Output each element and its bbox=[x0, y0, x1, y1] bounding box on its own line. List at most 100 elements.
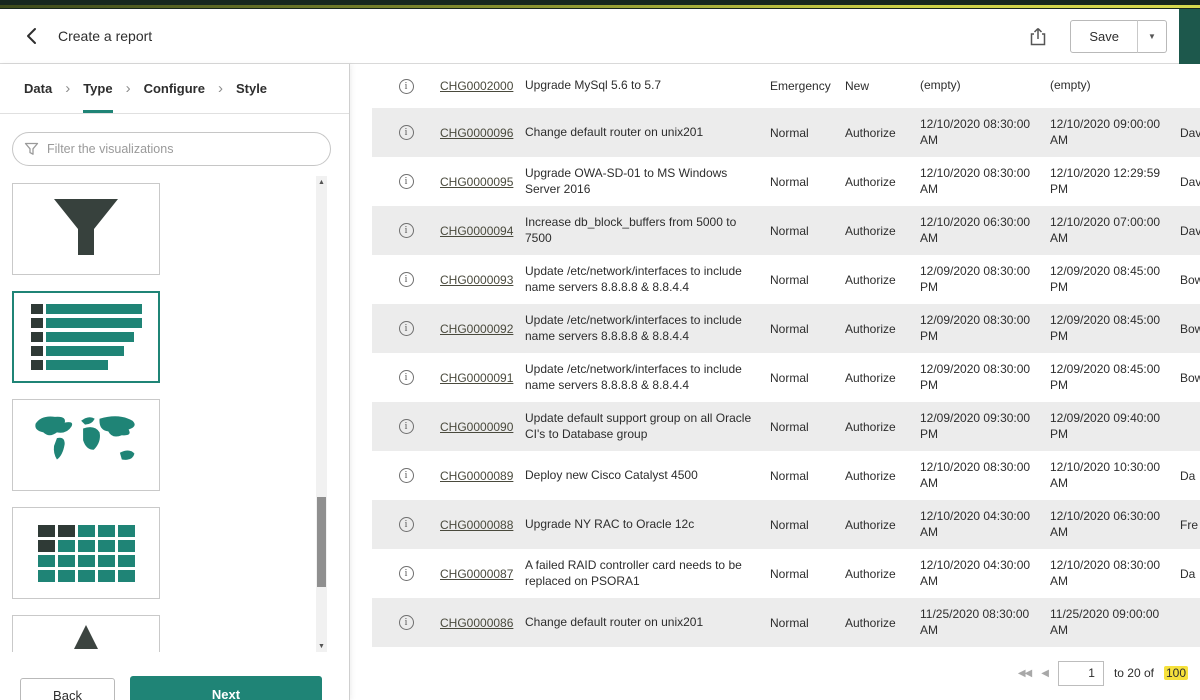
pagination-range-text: to 20 of bbox=[1114, 666, 1154, 680]
row-planned-start-date: 12/09/2020 08:30:00 PM bbox=[920, 313, 1050, 345]
row-state: Authorize bbox=[845, 420, 920, 434]
step-configure[interactable]: Configure bbox=[144, 64, 205, 113]
row-short-description: Change default router on unix201 bbox=[525, 615, 770, 631]
row-assigned-to: Bow bbox=[1180, 371, 1200, 385]
row-planned-end-date: 12/09/2020 08:45:00 PM bbox=[1050, 313, 1180, 345]
row-planned-start-date: 12/10/2020 08:30:00 AM bbox=[920, 460, 1050, 492]
change-number-link[interactable]: CHG0000096 bbox=[440, 126, 513, 140]
row-planned-end-date: (empty) bbox=[1050, 78, 1180, 94]
change-number-link[interactable]: CHG0000092 bbox=[440, 322, 513, 336]
info-icon[interactable]: i bbox=[399, 566, 414, 581]
row-planned-end-date: 12/10/2020 09:00:00 AM bbox=[1050, 117, 1180, 149]
row-short-description: Update /etc/network/interfaces to includ… bbox=[525, 264, 770, 296]
change-number-link[interactable]: CHG0000088 bbox=[440, 518, 513, 532]
table-row: i CHG0000095 Upgrade OWA-SD-01 to MS Win… bbox=[372, 157, 1200, 206]
info-icon[interactable]: i bbox=[399, 223, 414, 238]
row-short-description: Update /etc/network/interfaces to includ… bbox=[525, 313, 770, 345]
save-dropdown-button[interactable]: ▼ bbox=[1137, 20, 1167, 53]
share-export-icon[interactable] bbox=[1030, 27, 1046, 46]
change-number-link[interactable]: CHG0000091 bbox=[440, 371, 513, 385]
row-planned-start-date: 12/10/2020 08:30:00 AM bbox=[920, 166, 1050, 198]
row-planned-start-date: 12/10/2020 04:30:00 AM bbox=[920, 558, 1050, 590]
info-icon[interactable]: i bbox=[399, 370, 414, 385]
change-number-link[interactable]: CHG0000090 bbox=[440, 420, 513, 434]
viz-type-pyramid[interactable] bbox=[12, 615, 160, 652]
next-button[interactable]: Next bbox=[130, 676, 322, 700]
info-icon[interactable]: i bbox=[399, 272, 414, 287]
table-row: i CHG0000087 A failed RAID controller ca… bbox=[372, 549, 1200, 598]
info-icon[interactable]: i bbox=[399, 517, 414, 532]
row-short-description: Upgrade NY RAC to Oracle 12c bbox=[525, 517, 770, 533]
change-number-link[interactable]: CHG0000095 bbox=[440, 175, 513, 189]
scroll-down-icon[interactable]: ▼ bbox=[316, 640, 327, 652]
row-state: Authorize bbox=[845, 469, 920, 483]
step-type[interactable]: Type bbox=[83, 64, 112, 113]
back-button[interactable]: Back bbox=[20, 678, 115, 700]
row-assigned-to: Dav bbox=[1180, 175, 1200, 189]
info-icon[interactable]: i bbox=[399, 125, 414, 140]
first-page-icon[interactable]: ◀◀ bbox=[1018, 668, 1031, 679]
change-number-link[interactable]: CHG0002000 bbox=[440, 79, 513, 93]
row-priority: Normal bbox=[770, 567, 845, 581]
funnel-chart-icon bbox=[48, 195, 124, 264]
change-number-link[interactable]: CHG0000086 bbox=[440, 616, 513, 630]
viz-list-scrollbar[interactable]: ▲ ▼ bbox=[316, 176, 327, 652]
viz-type-heatmap-grid[interactable] bbox=[12, 507, 160, 599]
scrollbar-thumb[interactable] bbox=[317, 497, 326, 587]
row-planned-end-date: 12/09/2020 08:45:00 PM bbox=[1050, 362, 1180, 394]
row-planned-start-date: 11/25/2020 08:30:00 AM bbox=[920, 607, 1050, 639]
row-short-description: Change default router on unix201 bbox=[525, 125, 770, 141]
row-planned-end-date: 12/10/2020 08:30:00 AM bbox=[1050, 558, 1180, 590]
change-number-link[interactable]: CHG0000089 bbox=[440, 469, 513, 483]
row-state: Authorize bbox=[845, 175, 920, 189]
row-planned-end-date: 12/10/2020 10:30:00 AM bbox=[1050, 460, 1180, 492]
row-priority: Normal bbox=[770, 322, 845, 336]
row-planned-start-date: 12/09/2020 08:30:00 PM bbox=[920, 264, 1050, 296]
viz-type-world-map[interactable] bbox=[12, 399, 160, 491]
row-priority: Normal bbox=[770, 126, 845, 140]
info-icon[interactable]: i bbox=[399, 79, 414, 94]
back-chevron-icon[interactable] bbox=[24, 27, 40, 45]
row-planned-start-date: 12/09/2020 09:30:00 PM bbox=[920, 411, 1050, 443]
row-assigned-to: Dav bbox=[1180, 126, 1200, 140]
save-split-button: Save ▼ bbox=[1070, 20, 1167, 53]
step-data[interactable]: Data bbox=[24, 64, 52, 113]
table-row: i CHG0000090 Update default support grou… bbox=[372, 402, 1200, 451]
info-icon[interactable]: i bbox=[399, 321, 414, 336]
world-map-icon bbox=[27, 412, 145, 479]
row-state: Authorize bbox=[845, 616, 920, 630]
row-planned-end-date: 11/25/2020 09:00:00 AM bbox=[1050, 607, 1180, 639]
table-row: i CHG0000094 Increase db_block_buffers f… bbox=[372, 206, 1200, 255]
row-assigned-to: Dav bbox=[1180, 224, 1200, 238]
table-row: i CHG0000086 Change default router on un… bbox=[372, 598, 1200, 647]
step-style[interactable]: Style bbox=[236, 64, 267, 113]
row-short-description: A failed RAID controller card needs to b… bbox=[525, 558, 770, 590]
table-row: i CHG0000092 Update /etc/network/interfa… bbox=[372, 304, 1200, 353]
row-priority: Normal bbox=[770, 224, 845, 238]
row-priority: Normal bbox=[770, 420, 845, 434]
info-icon[interactable]: i bbox=[399, 468, 414, 483]
change-number-link[interactable]: CHG0000093 bbox=[440, 273, 513, 287]
table-row: i CHG0000096 Change default router on un… bbox=[372, 108, 1200, 157]
row-short-description: Deploy new Cisco Catalyst 4500 bbox=[525, 468, 770, 484]
scroll-up-icon[interactable]: ▲ bbox=[316, 176, 327, 188]
change-number-link[interactable]: CHG0000094 bbox=[440, 224, 513, 238]
row-priority: Normal bbox=[770, 469, 845, 483]
viz-type-funnel[interactable] bbox=[12, 183, 160, 275]
change-number-link[interactable]: CHG0000087 bbox=[440, 567, 513, 581]
row-state: Authorize bbox=[845, 273, 920, 287]
report-wizard-panel: Data › Type › Configure › Style bbox=[0, 64, 350, 700]
filter-visualizations-input[interactable] bbox=[12, 132, 331, 166]
row-state: Authorize bbox=[845, 126, 920, 140]
info-icon[interactable]: i bbox=[399, 615, 414, 630]
row-priority: Normal bbox=[770, 371, 845, 385]
viz-type-bar-list[interactable] bbox=[12, 291, 160, 383]
save-button[interactable]: Save bbox=[1070, 20, 1138, 53]
page-number-input[interactable] bbox=[1058, 661, 1104, 686]
chevron-right-icon: › bbox=[126, 80, 131, 97]
info-icon[interactable]: i bbox=[399, 174, 414, 189]
previous-page-icon[interactable]: ◀ bbox=[1041, 668, 1048, 679]
top-strip-accent bbox=[0, 5, 1200, 8]
info-icon[interactable]: i bbox=[399, 419, 414, 434]
chevron-down-icon: ▼ bbox=[1148, 32, 1156, 41]
